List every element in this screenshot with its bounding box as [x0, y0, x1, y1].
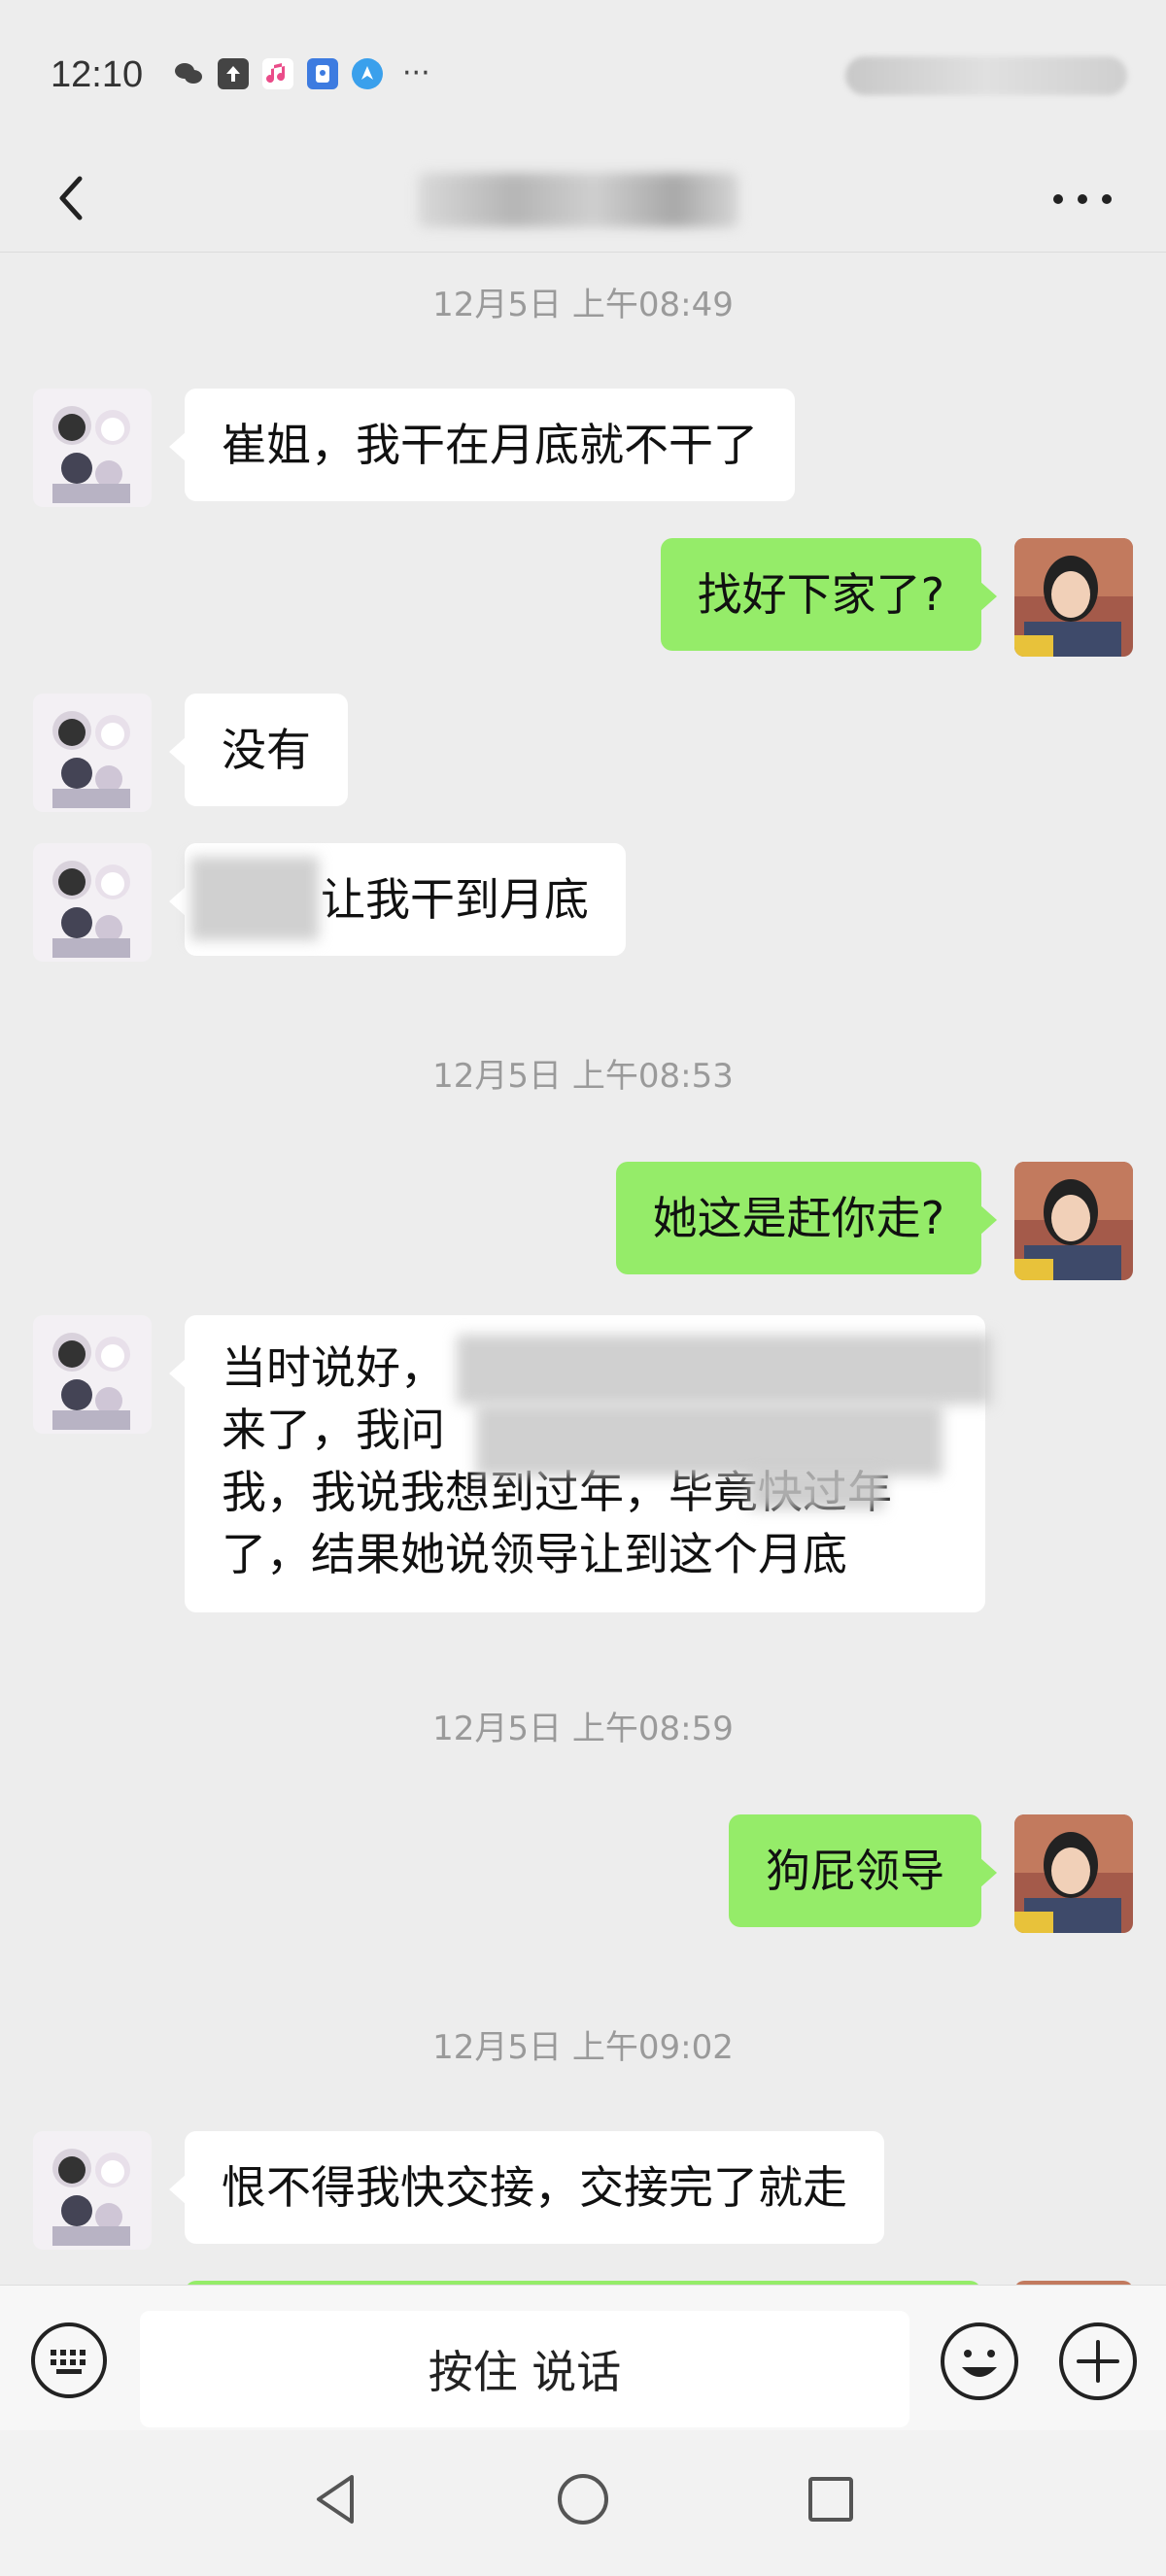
redaction-blur	[190, 857, 319, 940]
contact-avatar[interactable]	[33, 2131, 152, 2250]
system-navigation-bar	[0, 2430, 1166, 2576]
recents-square-icon[interactable]	[797, 2465, 865, 2533]
chat-title	[418, 173, 738, 227]
music-icon	[262, 58, 293, 89]
timestamp: 12月5日 上午09:02	[432, 2028, 734, 2067]
received-message-bubble[interactable]: 没有	[169, 694, 348, 806]
received-message-bubble[interactable]: 恨不得我快交接，交接完了就走	[169, 2131, 884, 2244]
upload-icon	[218, 58, 249, 89]
sent-message-bubble[interactable]: 她这是赶你走?	[615, 1162, 998, 1274]
redaction-blur	[457, 1335, 991, 1405]
status-time: 12:10	[51, 54, 144, 95]
received-message-bubble[interactable]: 崔姐，我干在月底就不干了	[169, 389, 795, 501]
contact-avatar[interactable]	[33, 389, 152, 507]
back-triangle-icon[interactable]	[303, 2465, 371, 2533]
compass-app-icon	[352, 58, 383, 89]
home-circle-icon[interactable]	[549, 2465, 617, 2533]
plus-icon[interactable]	[1057, 2321, 1139, 2402]
chat-header	[0, 146, 1166, 253]
chevron-left-icon[interactable]	[45, 169, 103, 227]
timestamp: 12月5日 上午08:49	[432, 286, 734, 324]
my-avatar[interactable]	[1014, 1814, 1133, 1933]
my-avatar[interactable]	[1014, 1162, 1133, 1280]
emoji-icon[interactable]	[939, 2321, 1020, 2402]
redaction-blur	[748, 1471, 884, 1509]
timestamp: 12月5日 上午08:59	[432, 1710, 734, 1748]
status-system-icons-blurred	[845, 56, 1127, 95]
redaction-blur	[476, 1405, 943, 1476]
sent-message-bubble[interactable]: 狗屁领导	[729, 1814, 997, 1927]
status-bar: 12:10 ···	[0, 0, 1166, 146]
keyboard-icon[interactable]	[29, 2321, 109, 2400]
status-more-indicator: ···	[402, 56, 430, 90]
shield-app-icon	[307, 58, 338, 89]
my-avatar[interactable]	[1014, 538, 1133, 657]
wechat-icon	[173, 58, 204, 89]
sent-message-bubble[interactable]: 找好下家了?	[660, 538, 998, 651]
contact-avatar[interactable]	[33, 1315, 152, 1434]
hold-to-talk-button[interactable]: 按住 说话	[140, 2311, 909, 2427]
status-app-icons: ···	[173, 58, 430, 89]
timestamp: 12月5日 上午08:53	[432, 1057, 734, 1096]
contact-avatar[interactable]	[33, 694, 152, 812]
message-list[interactable]: 12月5日 上午08:49 崔姐，我干在月底就不干了 找好下家了? 没有 让我干…	[0, 254, 1166, 2285]
ellipsis-icon[interactable]	[1053, 185, 1112, 214]
chat-input-bar: 按住 说话	[0, 2285, 1166, 2430]
contact-avatar[interactable]	[33, 843, 152, 962]
message-line: 了，结果她说领导让到这个月底	[222, 1528, 847, 1580]
